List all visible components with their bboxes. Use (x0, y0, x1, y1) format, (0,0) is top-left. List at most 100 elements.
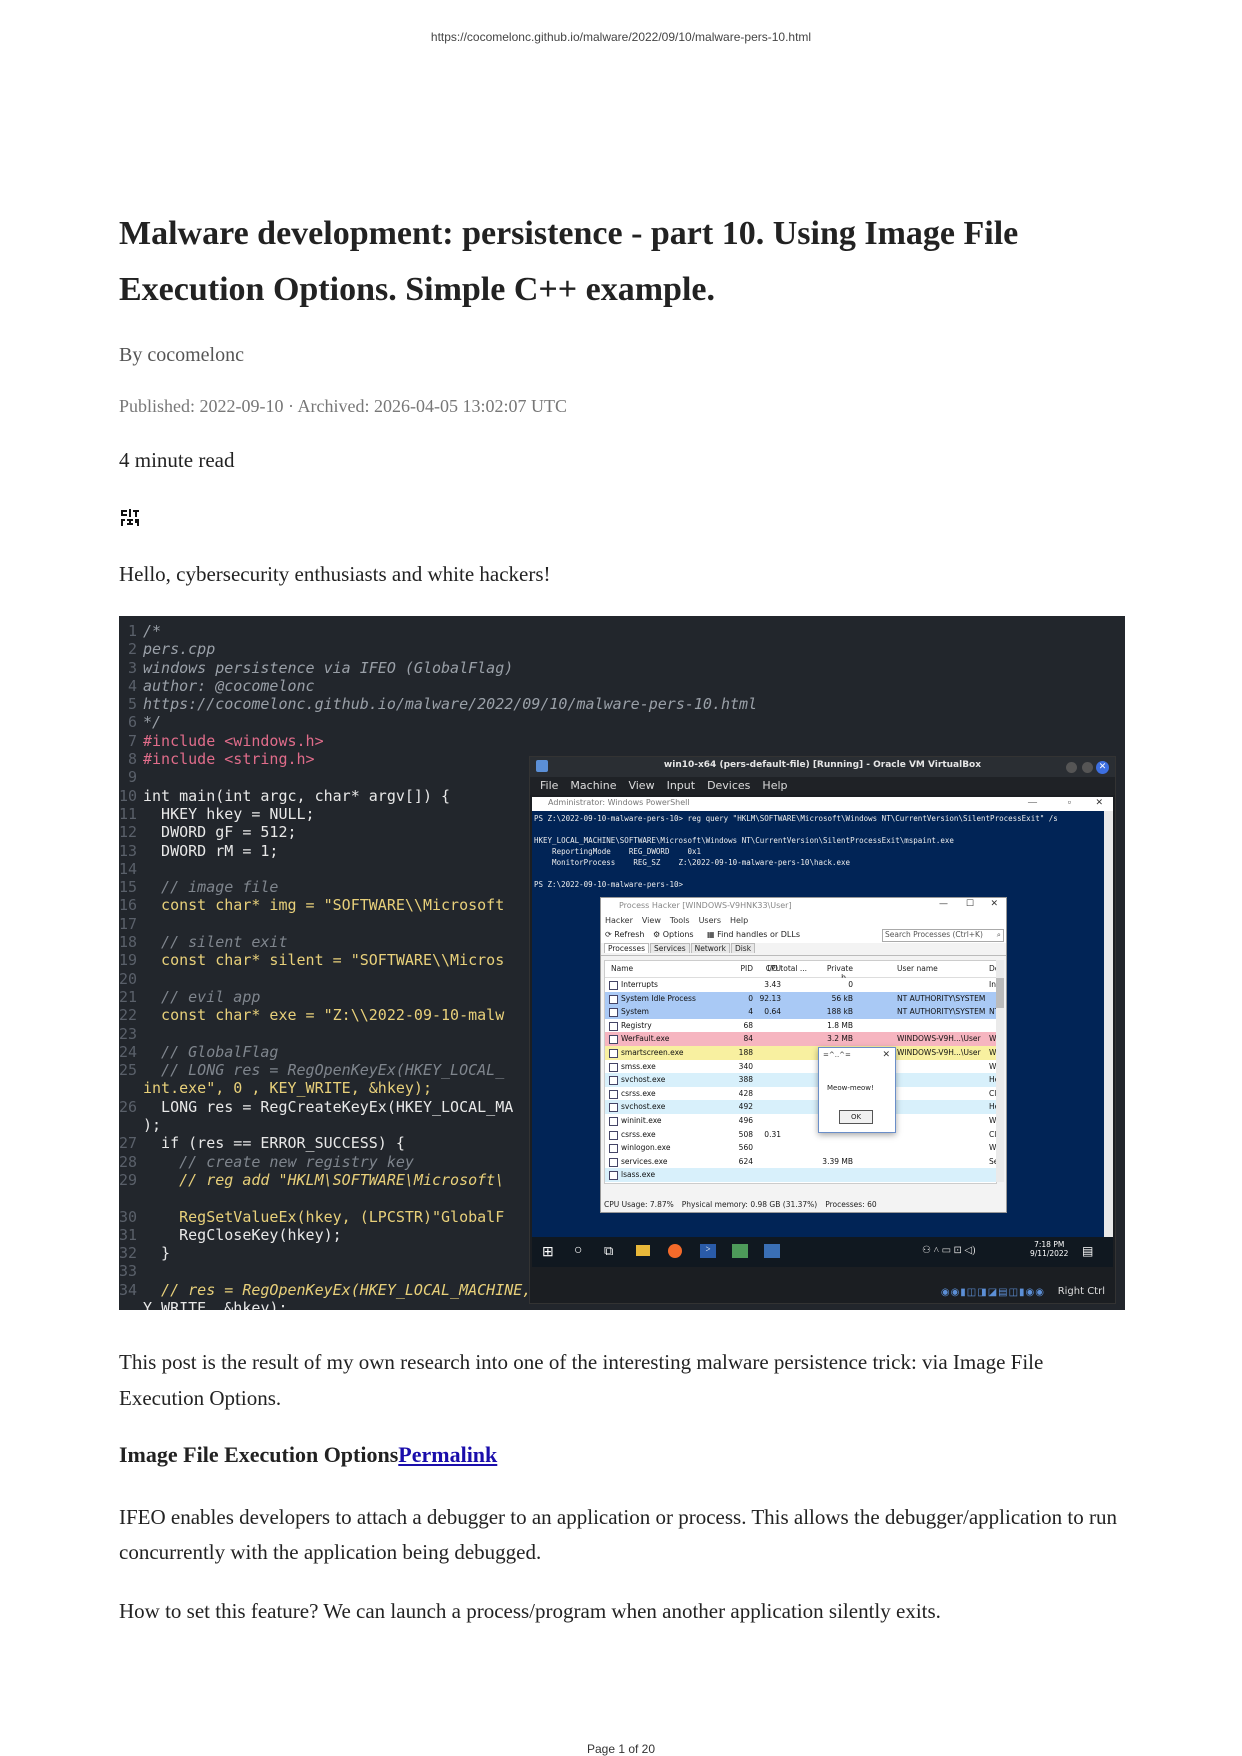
powershell-output: PS Z:\2022-09-10-malware-pers-10> reg qu… (534, 813, 1058, 890)
ph-vertical-scrollbar[interactable] (996, 960, 1004, 1182)
process-icon (609, 1144, 618, 1154)
firefox-icon[interactable] (668, 1244, 682, 1258)
process-cell: 388 (738, 1075, 753, 1085)
options-button[interactable]: ⚙ Options (653, 930, 694, 939)
find-handles-button[interactable]: ▦ Find handles or DLLs (707, 930, 800, 939)
meow-messagebox[interactable]: =^..^= ✕ Meow-meow! OK (818, 1047, 896, 1133)
clock: 7:18 PM 9/11/2022 (1030, 1240, 1068, 1258)
line-number: 24 (119, 1042, 138, 1061)
process-row[interactable]: smss.exe340Wi (605, 1059, 996, 1074)
line-number: 6 (127, 713, 137, 732)
process-hacker-window[interactable]: Process Hacker [WINDOWS-V9HNK33\User] — … (600, 897, 1007, 1213)
ph-tab[interactable]: Services (649, 943, 690, 953)
meow-ok-button[interactable]: OK (839, 1110, 873, 1124)
line-number: 16 (119, 896, 138, 915)
process-hacker-taskbar-icon[interactable] (732, 1244, 748, 1258)
process-row[interactable]: wininit.exe496Wi (605, 1113, 996, 1128)
ph-minimize-icon[interactable]: — (939, 899, 948, 909)
ph-close-icon[interactable]: ✕ (990, 899, 998, 909)
vbox-minimize-button[interactable] (1066, 762, 1077, 773)
process-cell: WINDOWS-V9H...\User (897, 1047, 981, 1057)
ph-menu-item[interactable]: Help (730, 916, 748, 925)
start-icon[interactable]: ⊞ (542, 1244, 554, 1261)
process-row[interactable]: csrss.exe5080.31Cli (605, 1127, 996, 1142)
ph-menu-item[interactable]: View (642, 916, 661, 925)
vbox-menu-item[interactable]: Help (762, 779, 787, 792)
code-text: int.exe", 0 , KEY_WRITE, &hkey); (143, 1079, 432, 1098)
code-text: */ (143, 713, 162, 732)
ph-column-header[interactable]: Name (611, 964, 633, 973)
powershell-taskbar-icon[interactable]: > (700, 1244, 716, 1258)
process-row[interactable]: WerFault.exe 84 3.2 MB WINDOWS-V9H...\User W… (605, 1032, 996, 1046)
virtualbox-window[interactable]: win10-x64 (pers-default-file) [Running] … (529, 756, 1116, 1304)
ps-minimize-icon[interactable]: — (1028, 797, 1037, 807)
vbox-close-button[interactable]: ✕ (1096, 761, 1109, 774)
process-icon (609, 1103, 618, 1113)
process-row[interactable]: lsass.exe (605, 1168, 996, 1182)
process-name: lsass.exe (621, 1170, 656, 1180)
line-number: 26 (119, 1097, 138, 1116)
ph-column-header[interactable]: I/O total ... (767, 964, 807, 973)
vbox-maximize-button[interactable] (1082, 762, 1093, 773)
process-cell: 4 (748, 1007, 753, 1017)
process-row[interactable]: services.exe6243.39 MBSe (605, 1154, 996, 1169)
process-cell: 92.13 (759, 993, 781, 1003)
process-row[interactable]: System40.64188 kBNT AUTHORITY\SYSTEMNT (605, 1005, 996, 1019)
ph-table-body: Interrupts3.430IntSystem Idle Process092… (605, 978, 996, 1182)
process-row[interactable]: smartscreen.exe18811.19 MBWINDOWS-V9H...… (605, 1045, 996, 1060)
permalink-link[interactable]: Permalink (398, 1442, 497, 1467)
refresh-button[interactable]: ⟳ Refresh (605, 930, 644, 939)
process-cell: 560 (738, 1143, 753, 1153)
vbox-menu-item[interactable]: View (628, 779, 654, 792)
process-row[interactable]: csrss.exe428Cli (605, 1086, 996, 1101)
vbox-menu-item[interactable]: Machine (570, 779, 616, 792)
code-text: int main(int argc, char* argv[]) { (143, 786, 451, 805)
vbox-menu-item[interactable]: Devices (707, 779, 750, 792)
ph-maximize-icon[interactable]: ☐ (966, 899, 974, 909)
process-cell: 3.39 MB (822, 1156, 853, 1166)
ph-tab[interactable]: Disk (730, 943, 756, 953)
ph-tab[interactable]: Network (690, 943, 730, 953)
line-number: 8 (127, 750, 137, 769)
process-row[interactable]: System Idle Process 0 92.13 56 kB NT AUTHORI… (605, 991, 996, 1006)
explorer-icon[interactable] (636, 1245, 650, 1256)
page-url: https://cocomelonc.github.io/malware/202… (430, 30, 812, 44)
meow-close-icon[interactable]: ✕ (882, 1050, 890, 1060)
process-row[interactable]: Registry 68 1.8 MB (605, 1018, 996, 1033)
author-logo-icon (119, 506, 141, 528)
vbox-menu-item[interactable]: File (540, 779, 558, 792)
search-taskbar-icon[interactable]: ○ (574, 1243, 582, 1259)
ps-close-icon[interactable]: ✕ (1095, 797, 1103, 808)
process-row[interactable]: Interrupts3.430Int (605, 978, 996, 992)
ph-menu-item[interactable]: Hacker (605, 916, 633, 925)
ph-menu-item[interactable]: Tools (670, 916, 690, 925)
process-row[interactable]: svchost.exe388He (605, 1073, 996, 1087)
ps-scrollbar[interactable] (1104, 811, 1113, 1253)
code-text: const char* exe = "Z:\\2022-09-10-malw (143, 1006, 505, 1025)
process-row[interactable]: winlogon.exe560Wi (605, 1141, 996, 1155)
vbox-menu-item[interactable]: Input (667, 779, 695, 792)
ph-column-header[interactable]: PID (735, 964, 753, 973)
section-heading-text: Image File Execution Options (119, 1442, 399, 1467)
process-row[interactable]: svchost.exe492He (605, 1100, 996, 1114)
line-number: 22 (119, 1006, 138, 1025)
ph-tab[interactable]: Processes (604, 943, 649, 953)
process-cell: 188 (738, 1047, 753, 1057)
powershell-line: ReportingMode REG_DWORD 0x1 (534, 847, 702, 856)
ph-column-header[interactable]: User name (897, 964, 938, 973)
section-heading: Image File Execution OptionsPermalink (119, 1442, 497, 1468)
vbox-statusbar: ◉◉▮◫◨◪▤◫▮◉◉ Right Ctrl (530, 1267, 1115, 1303)
messagebox-taskbar-icon[interactable] (764, 1244, 780, 1258)
author-byline: By cocomelonc (119, 344, 244, 366)
ps-restore-icon[interactable]: ▫ (1068, 797, 1071, 807)
notification-icon[interactable]: ▤ (1082, 1244, 1093, 1259)
line-number: 9 (127, 768, 137, 787)
process-name: csrss.exe (621, 1129, 656, 1139)
code-line: 6 */ (119, 713, 1073, 731)
ph-search-input[interactable]: Search Processes (Ctrl+K) ⌕ (882, 929, 1004, 942)
guest-desktop: Administrator: Windows PowerShell — ▫ ✕ … (532, 797, 1113, 1267)
ph-menu-item[interactable]: Users (699, 916, 721, 925)
code-text: const char* img = "SOFTWARE\\Microsoft (143, 896, 505, 915)
task-view-icon[interactable]: ⧉ (604, 1243, 613, 1259)
code-text: // evil app (143, 987, 261, 1006)
